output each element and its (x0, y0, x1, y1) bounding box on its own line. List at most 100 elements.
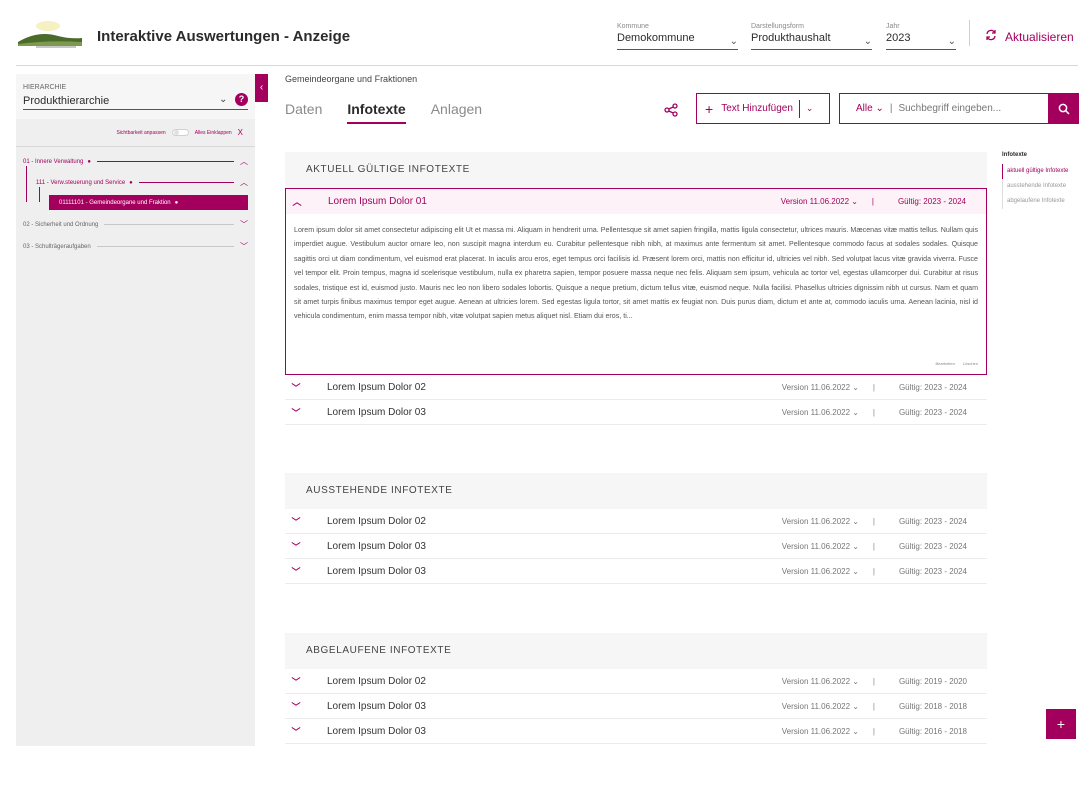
breadcrumb: Gemeindeorgane und Fraktionen (285, 74, 418, 84)
infotext-title: Lorem Ipsum Dolor 03 (327, 540, 426, 552)
infotext-title: Lorem Ipsum Dolor 03 (327, 725, 426, 737)
section-title: AKTUELL GÜLTIGE INFOTEXTE (285, 152, 987, 188)
chevron-down-icon: ﹀ (240, 220, 248, 229)
tree-item-gemeindeorgane[interactable]: 01111101 - Gemeindeorgane und Fraktion ● (49, 195, 248, 210)
version-select[interactable]: Version 11.06.2022 ⌄ (782, 702, 859, 711)
tab-infotexte[interactable]: Infotexte (347, 101, 406, 124)
rail-title: Infotexte (1002, 152, 1028, 158)
visibility-toggle[interactable] (171, 129, 189, 136)
infotext-row[interactable]: ﹀ Lorem Ipsum Dolor 03 Version 11.06.202… (285, 694, 987, 719)
kommune-label: Kommune (617, 23, 649, 30)
jahr-value: 2023 (886, 32, 911, 44)
valid-range: Gültig: 2023 - 2024 (898, 516, 967, 526)
search-button[interactable] (1048, 93, 1079, 124)
version-select[interactable]: Version 11.06.2022 ⌄ (782, 408, 859, 417)
version-select[interactable]: Version 11.06.2022 ⌄ (782, 567, 859, 576)
infotext-row[interactable]: ﹀ Lorem Ipsum Dolor 02 Version 11.06.202… (285, 375, 987, 400)
rail-item-pending[interactable]: ausstehende Infotexte (1002, 179, 1080, 194)
valid-range: Gültig: 2019 - 2020 (898, 676, 967, 686)
help-icon[interactable]: ? (235, 93, 248, 106)
tree-item-label: 02 - Sicherheit und Ordnung (23, 221, 99, 228)
comment-icon: ● (129, 179, 133, 186)
chevron-up-icon: ︿ (240, 157, 248, 166)
tree-item-schultraeger[interactable]: 03 - Schulträgeraufgaben ﹀ (23, 241, 248, 252)
collapse-all-icon[interactable]: X (238, 128, 243, 137)
tab-daten[interactable]: Daten (285, 101, 322, 124)
app-title: Interaktive Auswertungen - Anzeige (97, 28, 351, 45)
chevron-down-icon[interactable]: ﹀ (285, 700, 307, 713)
tab-anlagen[interactable]: Anlagen (431, 101, 482, 124)
refresh-button[interactable]: Aktualisieren (985, 29, 1074, 44)
search-input[interactable] (898, 103, 1029, 114)
chevron-up-icon[interactable]: ︿ (286, 195, 308, 208)
kommune-select[interactable]: Kommune Demokommune ⌄ (617, 23, 738, 50)
version-select[interactable]: Version 11.06.2022 ⌄ (782, 542, 859, 551)
add-text-label: Text Hinzufügen (721, 103, 793, 114)
chevron-down-icon[interactable]: ﹀ (285, 725, 307, 738)
tree-item-innere-verwaltung[interactable]: 01 - Innere Verwaltung ● ︿ (23, 156, 248, 167)
infotext-row[interactable]: ﹀ Lorem Ipsum Dolor 03 Version 11.06.202… (285, 400, 987, 425)
version-select[interactable]: Version 11.06.2022 ⌄ (782, 383, 859, 392)
refresh-label: Aktualisieren (1005, 29, 1074, 44)
section-current: AKTUELL GÜLTIGE INFOTEXTE ︿ Lorem Ipsum … (285, 152, 987, 425)
valid-range: Gültig: 2023 - 2024 (898, 541, 967, 551)
version-select[interactable]: Version 11.06.2022 ⌄ (781, 197, 858, 206)
infotext-actions: Bearbeiten Löschen (936, 361, 978, 366)
chevron-down-icon[interactable]: ﹀ (285, 540, 307, 553)
jahr-label: Jahr (886, 23, 900, 30)
sidebar-controls: Sichtbarkeit anpassen Alles Einklappen X (116, 128, 243, 137)
rail-item-current[interactable]: aktuell gültige Infotexte (1002, 164, 1080, 179)
chevron-down-icon[interactable]: ﹀ (285, 565, 307, 578)
chevron-down-icon[interactable]: ﹀ (285, 515, 307, 528)
version-select[interactable]: Version 11.06.2022 ⌄ (782, 677, 859, 686)
chevron-down-icon[interactable]: ﹀ (285, 406, 307, 419)
chevron-down-icon[interactable]: ⌄ (806, 103, 814, 114)
edit-button[interactable]: Bearbeiten (936, 361, 955, 366)
version-select[interactable]: Version 11.06.2022 ⌄ (782, 727, 859, 736)
infotext-row[interactable]: ﹀ Lorem Ipsum Dolor 03 Version 11.06.202… (285, 719, 987, 744)
section-title: AUSSTEHENDE INFOTEXTE (285, 473, 987, 509)
chevron-down-icon[interactable]: ﹀ (285, 381, 307, 394)
hierarchy-select[interactable]: HIERARCHIE Produkthierarchie ⌄ ? (16, 74, 255, 119)
search-filter-select[interactable]: Alle ⌄ (856, 103, 884, 114)
infotext-expanded: ︿ Lorem Ipsum Dolor 01 Version 11.06.202… (285, 188, 987, 375)
section-title: ABGELAUFENE INFOTEXTE (285, 633, 987, 669)
infotext-title: Lorem Ipsum Dolor 01 (328, 196, 427, 207)
tree-item-verwaltungssteuerung[interactable]: 111 - Verw.steuerung und Service ● ︿ (36, 177, 248, 188)
jahr-select[interactable]: Jahr 2023 ⌄ (886, 23, 956, 50)
share-icon[interactable] (664, 103, 678, 117)
infotext-row[interactable]: ﹀ Lorem Ipsum Dolor 03 Version 11.06.202… (285, 559, 987, 584)
infotext-title: Lorem Ipsum Dolor 02 (327, 675, 426, 687)
add-text-button[interactable]: + Text Hinzufügen ⌄ (696, 93, 830, 124)
comment-icon: ● (174, 199, 179, 206)
chevron-down-icon[interactable]: ﹀ (285, 675, 307, 688)
valid-range: Gültig: 2023 - 2024 (897, 197, 966, 206)
infotext-row[interactable]: ﹀ Lorem Ipsum Dolor 03 Version 11.06.202… (285, 534, 987, 559)
darstellung-select[interactable]: Darstellungsform Produkthaushalt ⌄ (751, 23, 872, 50)
plus-icon: + (705, 100, 714, 117)
search-bar: Alle ⌄ | (839, 93, 1079, 124)
infotext-row[interactable]: ﹀ Lorem Ipsum Dolor 02 Version 11.06.202… (285, 509, 987, 534)
version-select[interactable]: Version 11.06.2022 ⌄ (782, 517, 859, 526)
add-floating-button[interactable]: + (1046, 709, 1076, 739)
tree-item-sicherheit[interactable]: 02 - Sicherheit und Ordnung ﹀ (23, 219, 248, 230)
rail-item-expired[interactable]: abgelaufene Infotexte (1002, 194, 1080, 209)
section-navigation: Infotexte aktuell gültige Infotexte auss… (1002, 152, 1080, 209)
infotext-row-header[interactable]: ︿ Lorem Ipsum Dolor 01 Version 11.06.202… (286, 189, 986, 214)
delete-button[interactable]: Löschen (963, 361, 978, 366)
valid-range: Gültig: 2018 - 2018 (898, 701, 967, 711)
darstellung-label: Darstellungsform (751, 23, 804, 30)
chevron-down-icon: ⌄ (863, 36, 872, 47)
infotext-title: Lorem Ipsum Dolor 02 (327, 381, 426, 393)
sidebar-collapse-button[interactable]: ‹ (255, 74, 268, 102)
infotext-row[interactable]: ﹀ Lorem Ipsum Dolor 02 Version 11.06.202… (285, 669, 987, 694)
collapse-all-button[interactable]: Alles Einklappen (195, 130, 232, 136)
valid-range: Gültig: 2023 - 2024 (898, 566, 967, 576)
tree-item-label: 111 - Verw.steuerung und Service (36, 179, 126, 186)
hierarchy-label: HIERARCHIE (23, 84, 67, 91)
hierarchy-value: Produkthierarchie (23, 95, 110, 107)
sidebar: HIERARCHIE Produkthierarchie ⌄ ? Sichtba… (16, 74, 255, 746)
app-header: Interaktive Auswertungen - Anzeige Kommu… (0, 0, 1092, 66)
infotext-title: Lorem Ipsum Dolor 03 (327, 700, 426, 712)
comment-icon: ● (87, 158, 91, 165)
